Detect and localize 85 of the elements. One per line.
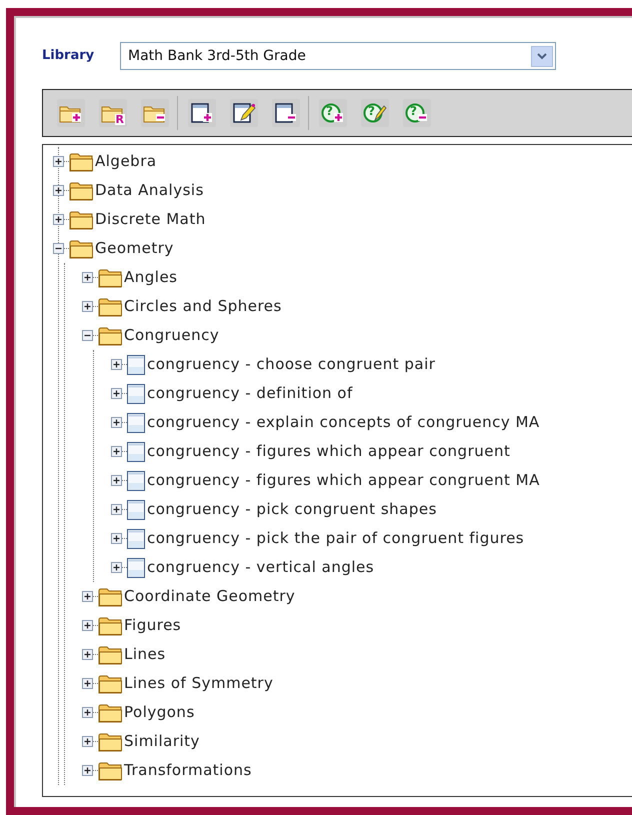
folder-add-button[interactable] <box>57 99 85 127</box>
folder-label[interactable]: Algebra <box>95 150 157 173</box>
folder-label[interactable]: Lines <box>124 643 166 666</box>
expand-icon[interactable] <box>111 417 122 428</box>
folder-icon <box>69 152 95 172</box>
page-edit-button[interactable] <box>230 99 258 127</box>
folder-icon <box>69 210 95 230</box>
expand-icon[interactable] <box>111 359 122 370</box>
folder-icon <box>98 732 124 752</box>
folder-icon <box>98 586 124 606</box>
collapse-icon[interactable] <box>53 243 64 254</box>
folder-label[interactable]: Circles and Spheres <box>124 295 282 318</box>
item-label[interactable]: congruency - pick the pair of congruent figures <box>147 527 524 550</box>
expand-icon[interactable] <box>82 649 93 660</box>
document-icon <box>127 384 145 404</box>
document-icon <box>127 470 145 490</box>
expand-icon[interactable] <box>82 620 93 631</box>
page-add-button[interactable] <box>188 99 216 127</box>
folder-label[interactable]: Congruency <box>124 324 220 347</box>
item-label[interactable]: congruency - vertical angles <box>147 556 374 579</box>
folder-icon <box>98 674 124 694</box>
item-label[interactable]: congruency - definition of <box>147 382 353 405</box>
document-icon <box>127 442 145 462</box>
folder-label[interactable]: Discrete Math <box>95 208 206 231</box>
item-label[interactable]: congruency - choose congruent pair <box>147 353 436 376</box>
expand-icon[interactable] <box>111 504 122 515</box>
question-add-button[interactable]: ? <box>319 99 347 127</box>
expand-icon[interactable] <box>111 475 122 486</box>
document-icon <box>127 412 145 432</box>
expand-icon[interactable] <box>53 185 64 196</box>
dropdown-icon[interactable] <box>531 46 553 66</box>
folder-remove-button[interactable] <box>141 99 169 127</box>
document-icon <box>127 528 145 548</box>
library-label: Library <box>42 47 96 66</box>
library-select[interactable]: Math Bank 3rd-5th Grade <box>120 42 556 70</box>
expand-icon[interactable] <box>82 765 93 776</box>
page-edit-icon <box>232 102 256 124</box>
folder-label[interactable]: Coordinate Geometry <box>124 585 296 608</box>
expand-icon[interactable] <box>111 562 122 573</box>
item-label[interactable]: congruency - figures which appear congruent <box>147 440 510 463</box>
expand-icon[interactable] <box>82 301 93 312</box>
item-label[interactable]: congruency - figures which appear congruent MA <box>147 469 540 492</box>
expand-icon[interactable] <box>82 736 93 747</box>
folder-rename-button[interactable]: R <box>99 99 127 127</box>
folder-icon <box>98 760 124 780</box>
question-mark-text: ? <box>326 105 333 117</box>
expand-icon[interactable] <box>82 591 93 602</box>
expand-icon[interactable] <box>82 272 93 283</box>
document-icon <box>127 354 145 374</box>
document-icon <box>127 500 145 520</box>
expand-icon[interactable] <box>111 533 122 544</box>
folder-icon <box>98 702 124 722</box>
folder-icon <box>98 616 124 636</box>
collapse-icon[interactable] <box>82 330 93 341</box>
expand-icon[interactable] <box>82 678 93 689</box>
folder-icon <box>98 296 124 316</box>
page-add-icon <box>190 102 214 124</box>
page-remove-button[interactable] <box>272 99 300 127</box>
folder-icon <box>69 180 95 200</box>
folder-icon <box>98 268 124 288</box>
folder-icon <box>69 238 95 258</box>
expand-icon[interactable] <box>111 388 122 399</box>
expand-icon[interactable] <box>53 214 64 225</box>
expand-icon[interactable] <box>53 156 64 167</box>
question-mark-text: ? <box>368 105 375 117</box>
folder-label[interactable]: Data Analysis <box>95 179 204 202</box>
folder-label[interactable]: Lines of Symmetry <box>124 672 274 695</box>
item-label[interactable]: congruency - explain concepts of congruency MA <box>147 411 540 434</box>
expand-icon[interactable] <box>82 707 93 718</box>
folder-label[interactable]: Polygons <box>124 701 195 724</box>
folder-label[interactable]: Geometry <box>95 237 174 260</box>
page-remove-icon <box>274 102 298 124</box>
expand-icon[interactable] <box>111 446 122 457</box>
item-label[interactable]: congruency - pick congruent shapes <box>147 498 437 521</box>
folder-icon <box>98 326 124 346</box>
folder-label[interactable]: Figures <box>124 614 182 637</box>
folder-label[interactable]: Angles <box>124 266 178 289</box>
question-edit-button[interactable]: ? <box>361 99 389 127</box>
question-mark-text: ? <box>410 105 417 117</box>
folder-label[interactable]: Transformations <box>124 759 252 782</box>
question-remove-button[interactable]: ? <box>403 99 431 127</box>
folder-label[interactable]: Similarity <box>124 730 200 753</box>
folder-icon <box>98 644 124 664</box>
document-icon <box>127 558 145 578</box>
glyph-text: R <box>114 114 125 125</box>
